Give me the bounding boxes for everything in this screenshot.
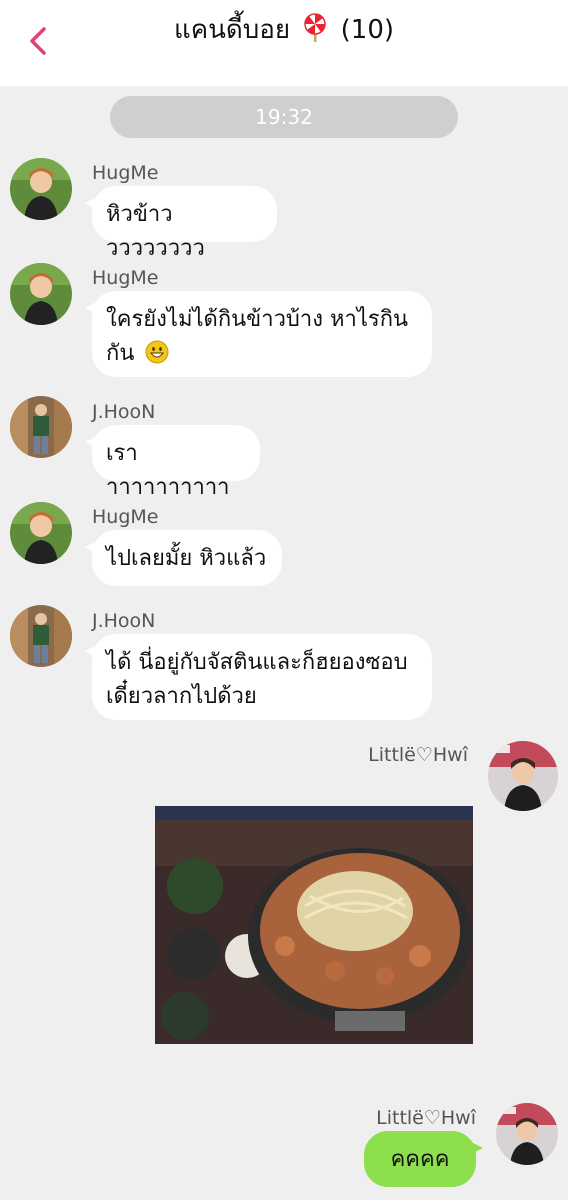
avatar-self[interactable] — [496, 1103, 558, 1165]
sender-name: J.HooN — [92, 610, 156, 632]
message-text: เดี๋ยวลากไปด้วย — [106, 684, 257, 709]
message-text: เราาาาาาาาาาา — [106, 441, 230, 500]
message-text: กัน — [106, 341, 135, 366]
shared-photo[interactable] — [155, 806, 473, 1044]
message-text: หิวข้าววววววววว — [106, 202, 205, 261]
message-bubble[interactable]: ได้ นี่อยู่กับจัสตินและก็ฮยองซอบ เดี๋ยวล… — [85, 634, 432, 720]
message-text: ได้ นี่อยู่กับจัสตินและก็ฮยองซอบ — [106, 650, 408, 675]
avatar-hugme[interactable] — [10, 502, 72, 564]
member-count: (10) — [340, 15, 395, 45]
avatar-jhoon[interactable] — [10, 396, 72, 458]
sender-name: HugMe — [92, 267, 159, 289]
sender-name: HugMe — [92, 162, 159, 184]
message-bubble[interactable]: เราาาาาาาาาาา — [85, 425, 260, 500]
group-name: แคนดี้บอย — [173, 15, 291, 45]
timestamp-divider: 19:32 — [110, 96, 458, 138]
message-text: ใครยังไม่ได้กินข้าวบ้าง หาไรกิน — [106, 307, 409, 332]
sender-name: Littlë♡Hwî — [368, 744, 468, 766]
grinning-face-icon — [145, 340, 169, 375]
message-bubble[interactable]: หิวข้าววววววววว — [85, 186, 277, 261]
avatar-hugme[interactable] — [10, 263, 72, 325]
message-bubble-own[interactable]: คคคค — [364, 1131, 483, 1187]
avatar-self[interactable] — [488, 741, 558, 811]
avatar-hugme[interactable] — [10, 158, 72, 220]
sender-name: Littlë♡Hwî — [376, 1107, 476, 1129]
message-text: คคคค — [390, 1147, 450, 1172]
message-bubble[interactable]: ไปเลยมั้ย หิวแล้ว — [85, 530, 282, 586]
message-text: ไปเลยมั้ย หิวแล้ว — [106, 546, 267, 571]
lollipop-icon — [302, 13, 328, 53]
avatar-jhoon[interactable] — [10, 605, 72, 667]
chat-title[interactable]: แคนดี้บอย (10) — [0, 12, 568, 53]
message-bubble[interactable]: ใครยังไม่ได้กินข้าวบ้าง หาไรกิน กัน — [85, 291, 432, 377]
chat-header: แคนดี้บอย (10) — [0, 0, 568, 86]
sender-name: J.HooN — [92, 401, 156, 423]
sender-name: HugMe — [92, 506, 159, 528]
